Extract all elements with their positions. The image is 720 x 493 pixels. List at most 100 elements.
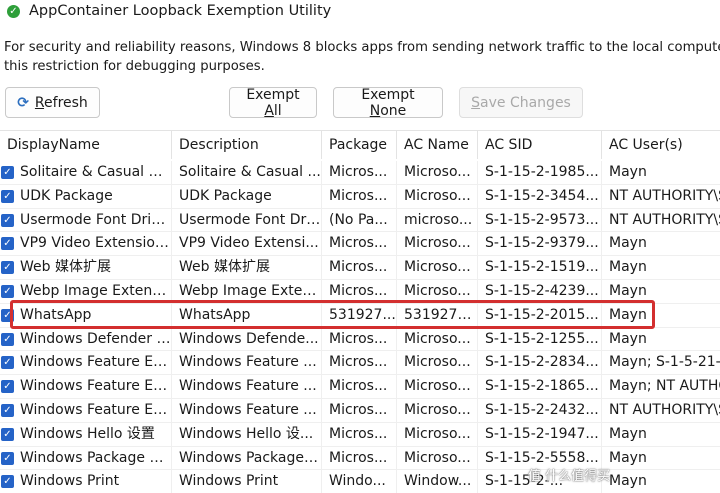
table-cell-ac-sid: S-1-15-2-4239... [478,280,602,303]
table-cell-description: Windows Feature ... [172,375,322,399]
table-cell-ac-user-s: NT AUTHORITY\S [609,211,720,228]
table-cell-ac-name: Microso... [397,327,478,351]
table-row[interactable]: Windows Print Windows Print Windo... Window… [0,470,720,493]
exempt-none-button[interactable]: Exempt None [333,86,443,119]
table-cell-ac-user-s: Mayn [609,330,647,347]
table-cell-ac-sid: S-1-15-2-5558... [478,446,602,470]
table-cell-ac-user-s: Mayn [609,449,647,466]
table-row[interactable]: Web 媒体扩展 Web 媒体扩展 Micros... Microso... S-1-1… [0,256,720,280]
table-row[interactable]: Windows Defender S... Windows Defende... M… [0,327,720,352]
table-cell-description: Solitaire & Casual ... [172,161,322,184]
table-cell-description: UDK Package [172,184,322,208]
table-cell-package: Micros... [322,256,397,280]
column-header-displayname[interactable]: DisplayName [0,131,172,159]
table-cell-description: Webp Image Exten... [172,280,322,303]
table-row[interactable]: Windows Package M... Windows Package ... M… [0,446,720,471]
refresh-button[interactable]: ⟳ Refresh [5,87,100,118]
table-cell-description: Windows Hello 设... [172,422,322,446]
grid-header: DisplayName Description Package AC Name … [0,131,720,159]
table-row[interactable]: Windows Feature Ex... Windows Feature ...… [0,375,720,399]
table-row[interactable]: Webp Image Extensi... Webp Image Exten...… [0,280,720,304]
table-cell-description: Windows Package ... [172,446,322,470]
table-cell-ac-name: Microso... [397,184,478,208]
row-checkbox[interactable]: ✓ [1,261,14,275]
row-checkbox[interactable]: ✓ [1,189,14,203]
row-checkbox[interactable]: ✓ [1,237,14,251]
table-cell-description: WhatsApp [172,303,322,327]
row-checkbox[interactable]: ✓ [1,166,14,179]
table-cell-ac-name: Window... [397,470,478,493]
table-cell-displayname: Windows Hello 设置 [0,422,172,446]
column-header-ac-sid[interactable]: AC SID [478,131,602,159]
table-cell-ac-sid: S-1-15-2-9573... [478,208,602,232]
table-row[interactable]: Windows Feature Ex... Windows Feature ...… [0,399,720,423]
table-cell-displayname: Windows Feature Ex... [0,375,172,399]
table-row[interactable]: Windows Feature Ex... Windows Feature ...… [0,351,720,376]
column-header-description[interactable]: Description [172,131,322,159]
table-row[interactable]: UDK Package UDK Package Micros... Microso..… [0,184,720,209]
check-circle-icon: ✓ [7,5,20,18]
column-header-package[interactable]: Package [322,131,397,159]
table-cell-displayname: UDK Package [0,184,172,208]
row-checkbox[interactable]: ✓ [1,427,14,441]
table-cell-description: Windows Feature ... [172,399,322,422]
table-cell-ac-sid: S-1-15-2-2834... [478,351,602,375]
row-checkbox[interactable]: ✓ [1,308,14,322]
table-row[interactable]: Solitaire & Casual Ga... Solitaire & Casu… [0,161,720,185]
table-cell-package: Micros... [322,280,397,303]
table-cell-ac-user-s: Mayn [609,425,647,442]
table-cell-ac-sid: S-1-15-2-3454... [478,184,602,208]
row-checkbox[interactable]: ✓ [1,213,14,227]
table-cell-displayname: Web 媒体扩展 [0,256,172,280]
table-cell-description: Windows Print [172,470,322,493]
exempt-all-label: Exempt All [246,86,300,119]
table-cell-ac-sid: S-1-15-2-1255... [478,327,602,351]
exempt-none-label: Exempt None [361,86,415,119]
row-checkbox[interactable]: ✓ [1,404,14,417]
table-row[interactable]: Windows Hello 设置 Windows Hello 设... Micros… [0,422,720,447]
table-row[interactable]: WhatsApp WhatsApp 531927... 5319275... S-1-1… [0,303,720,328]
column-header-ac-users[interactable]: AC User(s) [602,131,720,159]
description-line-1: For security and reliability reasons, Wi… [4,40,720,55]
row-checkbox[interactable]: ✓ [1,285,14,298]
table-row[interactable]: VP9 Video Extensions VP9 Video Extensi...… [0,232,720,257]
table-cell-package: 531927... [322,303,397,327]
refresh-label: Refresh [34,94,88,111]
row-checkbox[interactable]: ✓ [1,356,14,370]
title-bar: ✓ AppContainer Loopback Exemption Utilit… [0,0,720,26]
table-cell-displayname: Solitaire & Casual Ga... [0,161,172,184]
save-changes-label: Save Changes [471,94,571,111]
table-cell-package: Windo... [322,470,397,493]
row-checkbox[interactable]: ✓ [1,451,14,465]
table-row[interactable]: Usermode Font Driv... Usermode Font Dri..… [0,208,720,233]
row-checkbox[interactable]: ✓ [1,475,14,489]
exempt-all-button[interactable]: Exempt All [229,86,317,119]
table-cell-ac-user-s: Mayn [609,235,647,252]
table-cell-ac-sid: S-1-15-2-1865... [478,375,602,399]
table-cell-displayname: Windows Feature Ex... [0,399,172,422]
table-cell-displayname: WhatsApp [0,303,172,327]
table-cell-ac-name: Microso... [397,351,478,375]
app-grid[interactable]: DisplayName Description Package AC Name … [0,130,720,493]
row-checkbox[interactable]: ✓ [1,332,14,346]
table-cell-package: Micros... [322,375,397,399]
table-cell-ac-sid: S-1-15-2-2432... [478,399,602,422]
table-cell-ac-sid: S-1-15-2-1985... [478,161,602,184]
table-cell-ac-user-s: Mayn [609,283,647,299]
table-cell-ac-name: Microso... [397,446,478,470]
table-cell-ac-sid: S-1-15-2-2015... [478,303,602,327]
column-header-ac-name[interactable]: AC Name [397,131,478,159]
row-checkbox[interactable]: ✓ [1,380,14,394]
table-cell-displayname: VP9 Video Extensions [0,232,172,256]
table-cell-description: Usermode Font Dri... [172,208,322,232]
save-changes-button[interactable]: Save Changes [459,87,583,118]
table-cell-displayname: Windows Defender S... [0,327,172,351]
table-cell-ac-user-s: NT AUTHORITY\S [609,402,720,418]
table-cell-ac-name: Microso... [397,422,478,446]
description-line-2: this restriction for debugging purposes. [4,59,265,74]
table-cell-package: Micros... [322,161,397,184]
table-cell-ac-user-s: NT AUTHORITY\S [609,187,720,204]
table-cell-ac-name: Microso... [397,256,478,280]
table-cell-description: Windows Feature ... [172,351,322,375]
table-cell-displayname: Usermode Font Driv... [0,208,172,232]
